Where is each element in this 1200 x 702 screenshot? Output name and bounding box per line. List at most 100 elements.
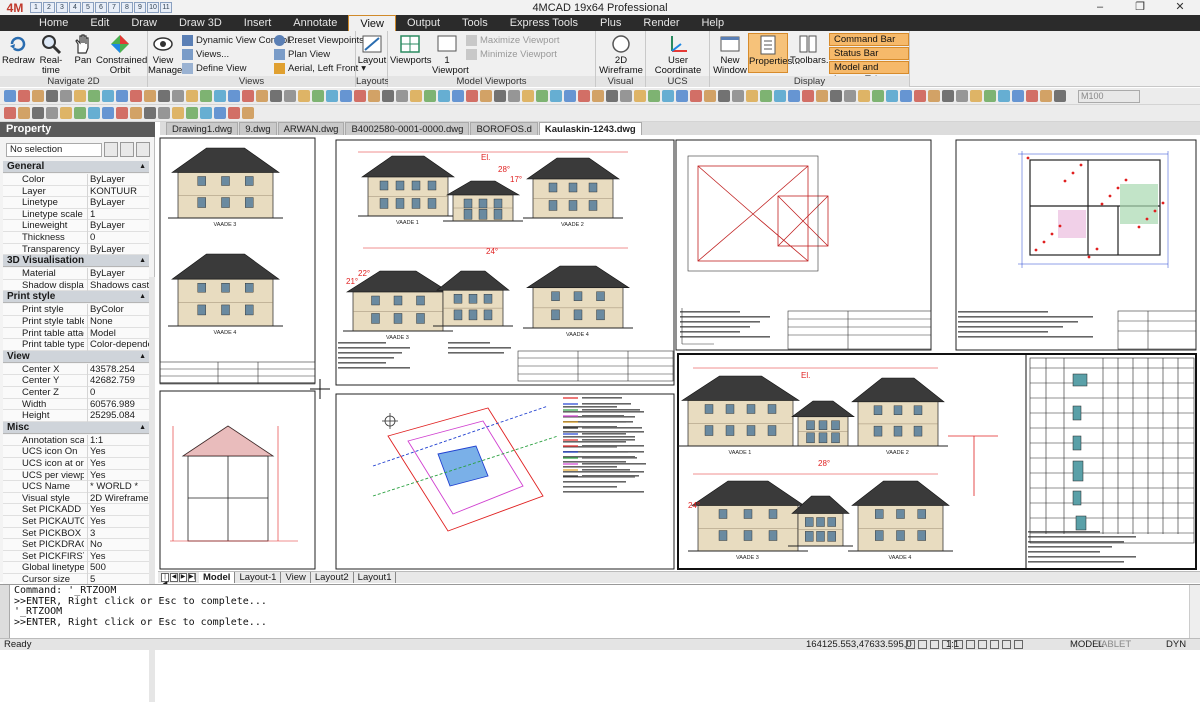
property-value[interactable]: ByLayer	[87, 220, 149, 232]
qat-icon-9[interactable]: 9	[134, 2, 146, 13]
toolbar-tool-icon[interactable]	[886, 90, 898, 102]
toolbar-tool-icon[interactable]	[620, 90, 632, 102]
toolbar-tool-icon[interactable]	[858, 90, 870, 102]
property-row[interactable]: Print style ByColor	[3, 304, 149, 316]
property-value[interactable]: 0	[87, 232, 149, 244]
views-item-button[interactable]: Views...	[182, 48, 229, 61]
toolbar-tool-icon[interactable]	[704, 90, 716, 102]
toolbar-tool-icon[interactable]	[1054, 90, 1066, 102]
status-bar-toggle[interactable]: Status Bar	[829, 47, 909, 60]
status-toggle-icon[interactable]	[906, 640, 915, 649]
toolbar-tool-icon[interactable]	[816, 90, 828, 102]
qat-icon-7[interactable]: 7	[108, 2, 120, 13]
first-tab-icon[interactable]: |◀	[161, 573, 169, 587]
toolbar-tool-icon[interactable]	[662, 90, 674, 102]
toolbar-tool-icon[interactable]	[970, 90, 982, 102]
section-misc[interactable]: Misc	[3, 421, 149, 434]
toolbar-tool-icon[interactable]	[396, 90, 408, 102]
toolbar-tool-icon[interactable]	[494, 90, 506, 102]
layout-tab-layout2[interactable]: Layout2	[311, 572, 354, 583]
toolbar-tool-icon[interactable]	[18, 107, 30, 119]
toolbar-tool-icon[interactable]	[158, 107, 170, 119]
property-row[interactable]: Print table typeColor-dependent p...	[3, 339, 149, 351]
property-row[interactable]: Global linetype sc500	[3, 562, 149, 574]
toolbar-tool-icon[interactable]	[746, 90, 758, 102]
select-objects-icon[interactable]	[104, 142, 118, 157]
viewports-button[interactable]: Viewports	[390, 33, 432, 66]
status-toggle-icon[interactable]	[990, 640, 999, 649]
toolbar-tool-icon[interactable]	[32, 107, 44, 119]
toolbar-tool-icon[interactable]	[466, 90, 478, 102]
next-tab-icon[interactable]: ▶	[179, 573, 187, 582]
property-value[interactable]: Yes	[87, 469, 149, 482]
toolbar-tool-icon[interactable]	[130, 107, 142, 119]
property-value[interactable]: Model	[87, 327, 149, 340]
toolbar-tool-icon[interactable]	[228, 107, 240, 119]
toolbar-tool-icon[interactable]	[214, 107, 226, 119]
new-window-button[interactable]: New Window	[712, 33, 748, 76]
minimize-viewport-button[interactable]: Minimize Viewport	[466, 48, 557, 61]
property-row[interactable]: Layer KONTUUR	[3, 185, 149, 198]
toolbar-tool-icon[interactable]	[298, 90, 310, 102]
minimize-button[interactable]: –	[1080, 0, 1120, 15]
property-row[interactable]: Print style table None	[3, 316, 149, 328]
property-value[interactable]: 25295.084	[87, 410, 149, 422]
property-value[interactable]: ByColor	[87, 304, 149, 316]
property-value[interactable]: 60576.989	[87, 398, 149, 411]
tab-plus[interactable]: Plus	[589, 15, 632, 31]
toolbar-tool-icon[interactable]	[116, 90, 128, 102]
property-value[interactable]: 0	[87, 387, 149, 399]
toolbar-tool-icon[interactable]	[410, 90, 422, 102]
toolbar-tool-icon[interactable]	[592, 90, 604, 102]
toolbar-tool-icon[interactable]	[242, 107, 254, 119]
toolbar-tool-icon[interactable]	[606, 90, 618, 102]
property-row[interactable]: UCS Name * WORLD *	[3, 481, 149, 493]
toolbar-tool-icon[interactable]	[74, 107, 86, 119]
doc-tab[interactable]: Drawing1.dwg	[166, 122, 239, 135]
property-row[interactable]: Linetype ByLayer	[3, 197, 149, 209]
toolbar-tool-icon[interactable]	[144, 90, 156, 102]
toolbar-tool-icon[interactable]	[942, 90, 954, 102]
property-row[interactable]: Set PICKDRAG No	[3, 539, 149, 551]
property-value[interactable]: 500	[87, 562, 149, 574]
model-layout-tabs-toggle[interactable]: Model and Layout Tabs	[829, 61, 909, 85]
view-manager-button[interactable]: View Manager	[148, 33, 186, 76]
property-row[interactable]: UCS icon On Yes	[3, 446, 149, 458]
toolbar-tool-icon[interactable]	[74, 90, 86, 102]
toolbar-tool-icon[interactable]	[214, 90, 226, 102]
toolbar-tool-icon[interactable]	[872, 90, 884, 102]
toolbar-tool-icon[interactable]	[914, 90, 926, 102]
aerial-view-dropdown[interactable]: Aerial, Left Front ▾	[274, 62, 366, 75]
toolbar-tool-icon[interactable]	[200, 107, 212, 119]
maximize-button[interactable]: ❐	[1120, 0, 1160, 15]
toolbar-tool-icon[interactable]	[88, 107, 100, 119]
toolbar-tool-icon[interactable]	[186, 90, 198, 102]
constrained-orbit-button[interactable]: Constrained Orbit	[96, 33, 147, 76]
toolbar-tool-icon[interactable]	[956, 90, 968, 102]
toolbar-tool-icon[interactable]	[46, 107, 58, 119]
status-toggle-icon[interactable]	[978, 640, 987, 649]
property-row[interactable]: Set PICKFIRST Yes	[3, 550, 149, 563]
toolbar-tool-icon[interactable]	[102, 107, 114, 119]
tab-annotate[interactable]: Annotate	[282, 15, 348, 31]
toolbar-tool-icon[interactable]	[830, 90, 842, 102]
command-bar-toggle[interactable]: Command Bar	[829, 33, 909, 46]
toolbars-button[interactable]: Toolbars...	[790, 33, 834, 66]
toolbar-tool-icon[interactable]	[368, 90, 380, 102]
command-bar[interactable]: Command: '_RTZOOM >>ENTER, Right click or…	[0, 584, 1200, 639]
toolbar-tool-icon[interactable]	[522, 90, 534, 102]
toolbar-tool-icon[interactable]	[802, 90, 814, 102]
plan-view-button[interactable]: Plan View	[274, 48, 330, 61]
doc-tab[interactable]: BOROFOS.d	[470, 122, 538, 135]
maximize-viewport-button[interactable]: Maximize Viewport	[466, 34, 560, 47]
close-button[interactable]: ✕	[1160, 0, 1200, 15]
prev-tab-icon[interactable]: ◀	[170, 573, 178, 582]
tab-draw[interactable]: Draw	[120, 15, 168, 31]
property-row[interactable]: Center Z 0	[3, 387, 149, 399]
properties-button[interactable]: Properties...	[748, 33, 800, 73]
tab-insert[interactable]: Insert	[233, 15, 283, 31]
tab-edit[interactable]: Edit	[79, 15, 120, 31]
property-row[interactable]: Annotation scale1:1	[3, 434, 149, 447]
toggle-pickadd-icon[interactable]	[136, 142, 150, 157]
property-value[interactable]: ByLayer	[87, 174, 149, 186]
